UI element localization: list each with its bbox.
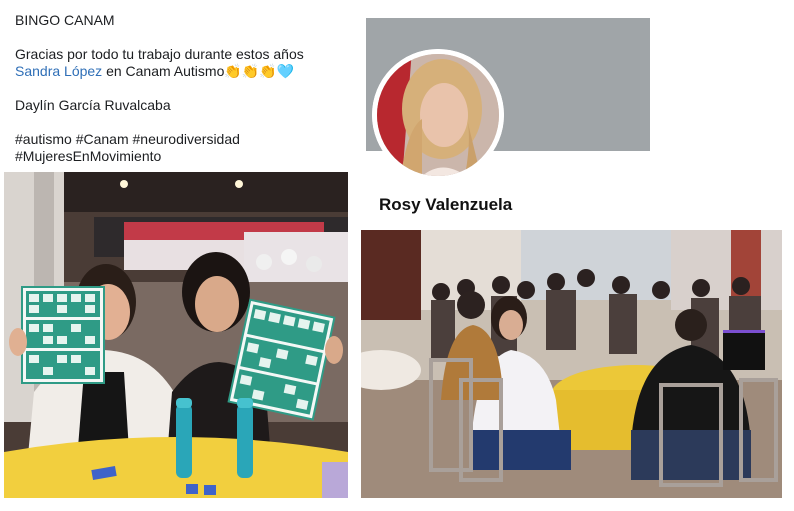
event-hall-photo[interactable] xyxy=(361,230,782,498)
post-line-1: Gracias por todo tu trabajo durante esto… xyxy=(15,46,304,62)
bingo-event-illustration xyxy=(4,172,348,498)
mention-link[interactable]: Sandra López xyxy=(15,63,102,79)
author-tag: Daylín García Ruvalcaba xyxy=(15,97,171,113)
bingo-card xyxy=(21,286,105,384)
hashtags-line-2[interactable]: #MujeresEnMovimiento xyxy=(15,148,345,165)
avatar-image xyxy=(372,49,504,181)
heart-icon: 🩵 xyxy=(276,63,295,79)
hashtags-line-1[interactable]: #autismo #Canam #neurodiversidad xyxy=(15,131,345,148)
bingo-event-photo[interactable] xyxy=(4,172,348,498)
censor-box xyxy=(723,330,765,370)
event-hall-illustration xyxy=(361,230,782,498)
profile-name[interactable]: Rosy Valenzuela xyxy=(379,195,512,215)
clapping-hands-icon: 👏 xyxy=(241,63,260,79)
post-line-2: Sandra López en Canam Autismo👏👏👏🩵 xyxy=(15,63,345,80)
clapping-hands-icon: 👏 xyxy=(259,63,277,79)
post-line-2-text: en Canam Autismo xyxy=(102,63,225,79)
post-title: BINGO CANAM xyxy=(15,12,115,28)
post-text: BINGO CANAM Gracias por todo tu trabajo … xyxy=(15,12,345,165)
clapping-hands-icon: 👏 xyxy=(224,63,242,79)
profile-avatar[interactable] xyxy=(372,49,504,181)
